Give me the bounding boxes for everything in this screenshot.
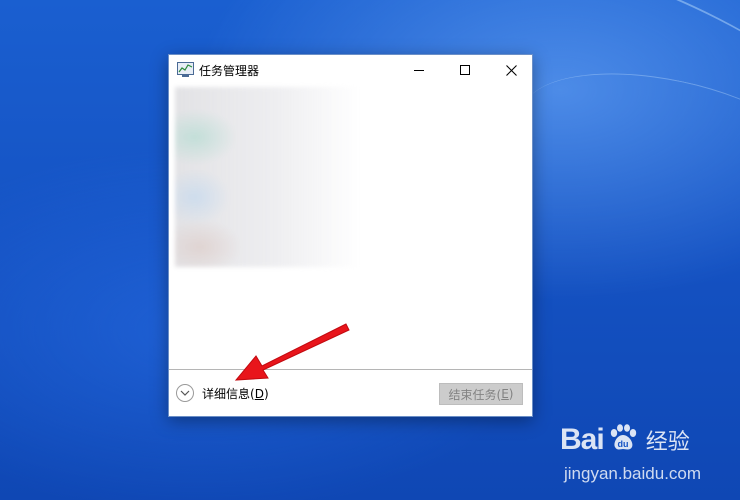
more-details-label: 详细信息(D)	[202, 386, 269, 401]
more-details-toggle[interactable]: 详细信息(D)	[176, 384, 269, 402]
close-button[interactable]	[488, 55, 534, 85]
task-manager-window[interactable]: 任务管理器 详细信息(D) 结束任务(E)	[168, 54, 533, 417]
maximize-icon	[460, 65, 470, 75]
close-icon	[505, 64, 517, 76]
paw-icon: du	[606, 422, 638, 458]
footer-bar: 详细信息(D) 结束任务(E)	[169, 369, 532, 417]
window-title: 任务管理器	[199, 64, 260, 78]
task-manager-icon	[177, 62, 194, 77]
minimize-icon	[414, 70, 424, 71]
end-task-button[interactable]: 结束任务(E)	[439, 383, 523, 405]
svg-text:du: du	[617, 439, 628, 449]
minimize-button[interactable]	[396, 55, 442, 85]
title-bar[interactable]: 任务管理器	[169, 55, 532, 85]
chevron-down-icon	[176, 384, 194, 402]
maximize-button[interactable]	[442, 55, 488, 85]
baidu-jingyan-watermark: Bai du u 经验 jingyan.baidu.com	[560, 422, 702, 483]
blurred-process-list	[175, 87, 360, 267]
